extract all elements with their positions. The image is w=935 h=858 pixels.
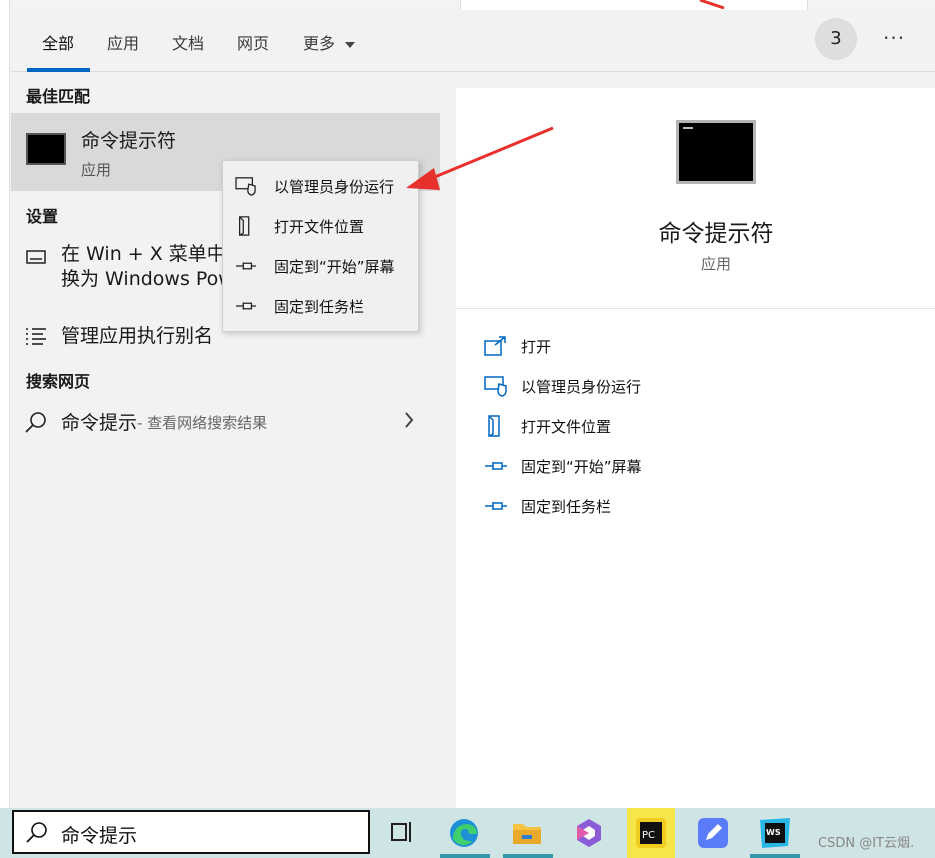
red-arrow-fragment [699, 0, 725, 10]
taskbar-search-box[interactable]: 命令提示 [12, 810, 370, 854]
annotation-arrows [406, 0, 725, 190]
file-explorer-icon[interactable] [510, 816, 544, 850]
edge-browser-icon[interactable] [447, 816, 481, 850]
svg-text:WS: WS [766, 828, 781, 837]
copilot-icon[interactable] [572, 816, 606, 850]
search-icon [26, 822, 47, 843]
webstorm-running-indicator [750, 854, 800, 858]
taskbar-search-value: 命令提示 [61, 825, 138, 847]
svg-text:PC: PC [642, 830, 655, 841]
watermark-text: CSDN @IT云烟. [818, 836, 915, 851]
pycharm-icon: PC [636, 818, 666, 848]
red-arrow-pointer [406, 126, 554, 190]
pycharm-app-tile[interactable]: PC [627, 808, 675, 858]
task-view-icon[interactable] [388, 816, 422, 850]
edge-running-indicator [440, 854, 490, 858]
webstorm-icon[interactable]: WS [758, 816, 792, 850]
taskbar: 命令提示 PC WS CSDN @IT云烟. [0, 808, 935, 858]
explorer-running-indicator [503, 854, 553, 858]
editor-app-icon[interactable] [696, 816, 730, 850]
